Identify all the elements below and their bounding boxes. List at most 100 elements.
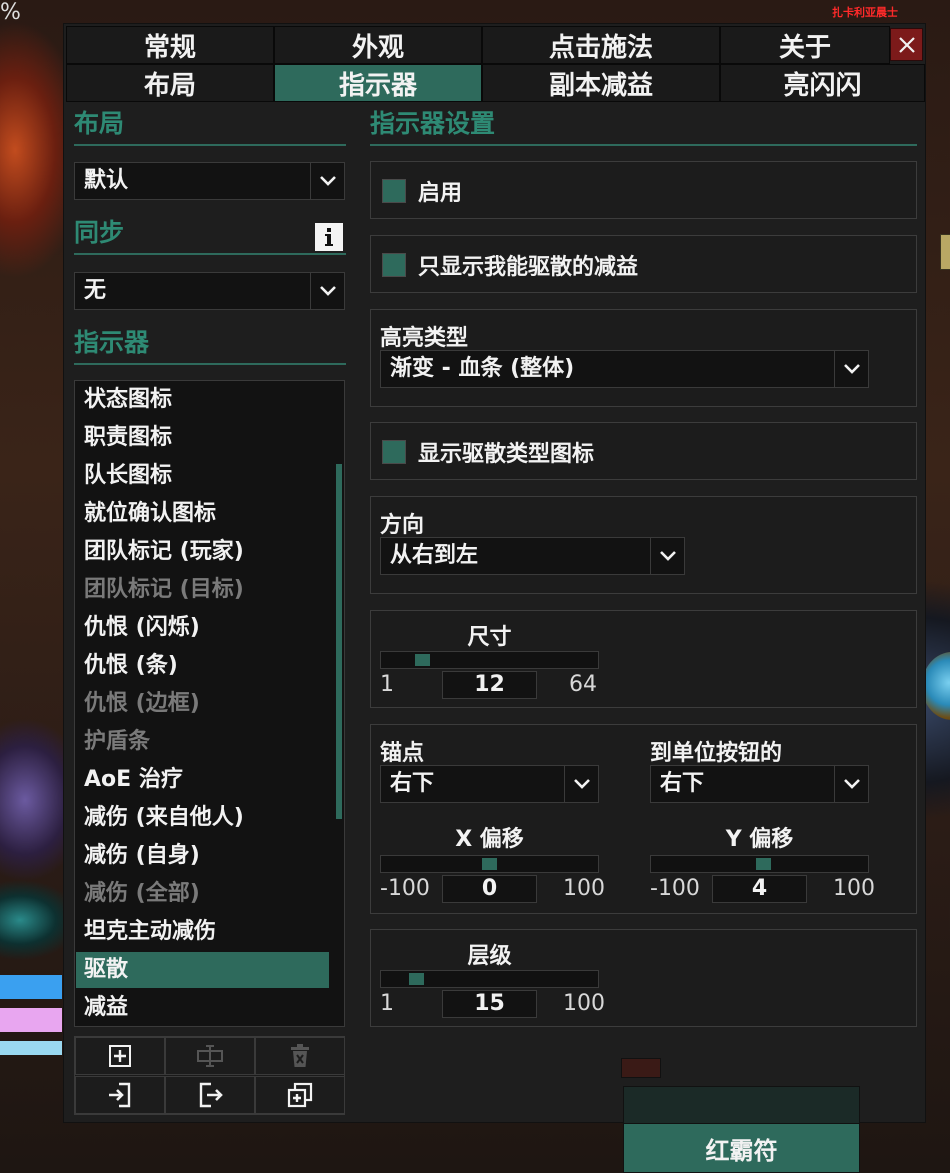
- highlight-type-group: 高亮类型 渐变 - 血条 (整体): [370, 309, 917, 407]
- info-icon: [325, 228, 333, 246]
- info-button[interactable]: [315, 223, 343, 251]
- list-item[interactable]: 减益: [76, 990, 329, 1026]
- y-offset-min-label: -100: [650, 876, 700, 901]
- list-item[interactable]: 团队标记 (玩家): [76, 534, 329, 570]
- relative-to-value: 右下: [660, 771, 705, 796]
- size-slider[interactable]: [380, 651, 599, 669]
- unit-frame-header: [623, 1086, 860, 1124]
- frame-level-slider[interactable]: [380, 970, 599, 988]
- tab-layout[interactable]: 布局: [66, 64, 274, 102]
- sync-dropdown-value: 无: [84, 278, 107, 303]
- list-scrollbar[interactable]: [336, 464, 342, 819]
- close-button[interactable]: [890, 28, 923, 61]
- list-item[interactable]: 减伤 (自身): [76, 838, 329, 874]
- size-slider-thumb[interactable]: [415, 654, 430, 666]
- list-item[interactable]: 状态图标: [76, 382, 329, 418]
- list-item[interactable]: 减伤 (全部): [76, 876, 329, 912]
- y-offset-label: Y 偏移: [725, 827, 794, 852]
- enable-label: 启用: [418, 181, 463, 206]
- frame-level-group: 层级 1 15 100: [370, 929, 917, 1027]
- layout-dropdown[interactable]: 默认: [74, 162, 345, 200]
- dispellable-only-label: 只显示我能驱散的减益: [418, 255, 639, 280]
- rename-button[interactable]: [165, 1037, 255, 1075]
- tab-general[interactable]: 常规: [66, 26, 274, 64]
- relative-to-dropdown[interactable]: 右下: [650, 765, 869, 803]
- close-icon: [898, 36, 915, 53]
- frame-level-input[interactable]: 15: [442, 990, 537, 1018]
- frame-level-max-label: 100: [563, 991, 605, 1016]
- chevron-down-icon: [310, 163, 344, 199]
- chevron-down-icon: [834, 766, 868, 802]
- background-mana-bar: [0, 1041, 62, 1055]
- anchor-value: 右下: [390, 771, 435, 796]
- frame-level-slider-thumb[interactable]: [409, 973, 424, 985]
- direction-value: 从右到左: [390, 543, 479, 568]
- list-item[interactable]: 团队标记 (目标): [76, 572, 329, 608]
- size-input[interactable]: 12: [442, 671, 537, 699]
- list-item[interactable]: 仇恨 (条): [76, 648, 329, 684]
- x-offset-input[interactable]: 0: [442, 875, 537, 903]
- x-offset-slider[interactable]: [380, 855, 599, 873]
- tab-indicators[interactable]: 指示器: [274, 64, 482, 102]
- add-icon: [109, 1045, 131, 1067]
- chevron-down-icon: [650, 538, 684, 574]
- tab-click-casting[interactable]: 点击施法: [482, 26, 720, 64]
- show-dispel-icon-checkbox[interactable]: [382, 440, 406, 464]
- layout-section-title: 布局: [74, 108, 346, 146]
- highlight-type-dropdown[interactable]: 渐变 - 血条 (整体): [380, 350, 869, 388]
- chevron-down-icon: [834, 351, 868, 387]
- anchor-dropdown[interactable]: 右下: [380, 765, 599, 803]
- list-item[interactable]: AoE 治疗: [76, 762, 329, 798]
- indicator-list[interactable]: 状态图标 职责图标 队长图标 就位确认图标 团队标记 (玩家) 团队标记 (目标…: [74, 380, 345, 1027]
- enable-checkbox[interactable]: [382, 179, 406, 203]
- tab-about[interactable]: 关于: [720, 26, 890, 64]
- direction-group: 方向 从右到左: [370, 496, 917, 594]
- y-offset-slider[interactable]: [650, 855, 869, 873]
- list-item[interactable]: 仇恨 (闪烁): [76, 610, 329, 646]
- dispel-icon-group: 显示驱散类型图标: [370, 422, 917, 480]
- rename-icon: [197, 1045, 223, 1067]
- list-item[interactable]: 就位确认图标: [76, 496, 329, 532]
- tab-appearance[interactable]: 外观: [274, 26, 482, 64]
- x-offset-max-label: 100: [563, 876, 605, 901]
- list-item[interactable]: 职责图标: [76, 420, 329, 456]
- import-icon: [109, 1082, 131, 1108]
- sync-dropdown[interactable]: 无: [74, 272, 345, 310]
- y-offset-input[interactable]: 4: [712, 875, 807, 903]
- list-toolbar: [74, 1036, 345, 1115]
- delete-button[interactable]: [255, 1037, 345, 1075]
- list-item[interactable]: 仇恨 (边框): [76, 686, 329, 722]
- unit-frame-button[interactable]: 红霸符: [623, 1123, 860, 1173]
- list-item[interactable]: 队长图标: [76, 458, 329, 494]
- list-item[interactable]: 减伤 (来自他人): [76, 800, 329, 836]
- tab-glows[interactable]: 亮闪闪: [720, 64, 925, 102]
- position-group: 锚点 右下 到单位按钮的 右下 X 偏移 -100 0 100 Y 偏移 -10…: [370, 724, 917, 914]
- size-group: 尺寸 1 12 64: [370, 610, 917, 708]
- direction-label: 方向: [380, 513, 425, 538]
- dispellable-only-checkbox[interactable]: [382, 253, 406, 277]
- frame-level-min-label: 1: [380, 991, 394, 1016]
- frame-level-label: 层级: [467, 944, 512, 969]
- background-power-bar: [0, 1008, 62, 1032]
- background-player-name: 扎卡利亚晨士: [832, 6, 898, 19]
- relative-to-label: 到单位按钮的: [650, 741, 783, 766]
- size-label: 尺寸: [467, 625, 512, 650]
- copy-button[interactable]: [255, 1076, 345, 1114]
- highlight-type-label: 高亮类型: [380, 326, 469, 351]
- list-item[interactable]: 坦克主动减伤: [76, 914, 329, 950]
- x-offset-min-label: -100: [380, 876, 430, 901]
- background-slot: [940, 234, 950, 270]
- list-item-selected[interactable]: 驱散: [76, 952, 329, 988]
- x-offset-label: X 偏移: [455, 827, 524, 852]
- list-item[interactable]: 护盾条: [76, 724, 329, 760]
- export-button[interactable]: [165, 1076, 255, 1114]
- y-offset-slider-thumb[interactable]: [756, 858, 771, 870]
- import-button[interactable]: [75, 1076, 165, 1114]
- tab-raid-debuffs[interactable]: 副本减益: [482, 64, 720, 102]
- add-button[interactable]: [75, 1037, 165, 1075]
- background-percent-text: %: [0, 0, 21, 25]
- highlight-type-value: 渐变 - 血条 (整体): [390, 356, 575, 381]
- direction-dropdown[interactable]: 从右到左: [380, 537, 685, 575]
- x-offset-slider-thumb[interactable]: [482, 858, 497, 870]
- trash-icon: [291, 1044, 309, 1067]
